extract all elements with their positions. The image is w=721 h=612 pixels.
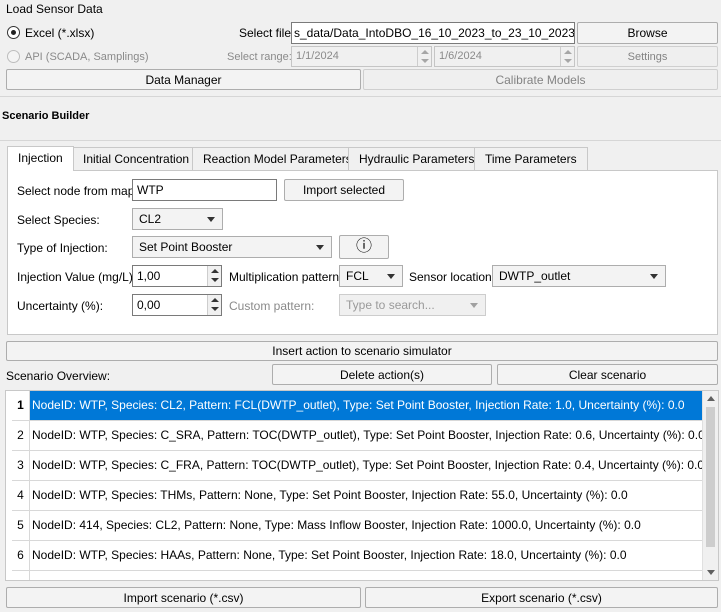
info-button[interactable]: ⓘ	[339, 235, 389, 259]
injection-value-label: Injection Value (mg/L):	[17, 270, 137, 284]
api-radio[interactable]	[7, 50, 20, 63]
scroll-down-icon[interactable]	[707, 570, 715, 575]
chevron-down-icon	[387, 274, 395, 279]
row-text: NodeID: 414, Species: CL2, Pattern: None…	[32, 518, 641, 532]
row-number	[12, 571, 30, 580]
select-file-label: Select file:	[239, 26, 295, 40]
row-text: NodeID: WTP, Species: C_FRA, Pattern: TO…	[32, 458, 705, 472]
multiplication-pattern-label: Multiplication pattern:	[229, 270, 343, 284]
tab-injection[interactable]: Injection	[7, 146, 74, 171]
api-radio-label[interactable]: API (SCADA, Samplings)	[25, 51, 148, 63]
select-species-label: Select Species:	[17, 213, 100, 227]
multiplication-pattern-value: FCL	[346, 269, 369, 283]
row-number: 2	[12, 421, 30, 450]
import-selected-button[interactable]: Import selected	[284, 179, 404, 201]
table-row[interactable]: 6 NodeID: WTP, Species: HAAs, Pattern: N…	[12, 541, 709, 571]
injection-value-field[interactable]: 1,00	[132, 265, 222, 287]
scenario-table[interactable]: 1 NodeID: WTP, Species: CL2, Pattern: FC…	[5, 390, 719, 581]
row-number: 5	[12, 511, 30, 540]
export-scenario-button[interactable]: Export scenario (*.csv)	[365, 587, 718, 608]
uncertainty-label: Uncertainty (%):	[17, 299, 104, 313]
select-range-label: Select range:	[227, 51, 292, 63]
custom-pattern-placeholder: Type to search...	[346, 298, 435, 312]
row-text: NodeID: WTP, Species: THMs, Pattern: Non…	[32, 488, 628, 502]
data-manager-button[interactable]: Data Manager	[6, 69, 361, 90]
load-sensor-title: Load Sensor Data	[6, 2, 103, 16]
chevron-down-icon	[207, 217, 215, 222]
scrollbar-thumb[interactable]	[706, 407, 715, 547]
row-number: 1	[12, 391, 30, 420]
excel-radio-label[interactable]: Excel (*.xlsx)	[25, 26, 94, 40]
injection-value-spinner[interactable]	[207, 266, 221, 286]
select-node-label: Select node from map:	[17, 184, 138, 198]
row-text: NodeID: WTP, Species: CL2, Pattern: FCL(…	[32, 398, 685, 412]
row-text: NodeID: WTP, Species: HAAs, Pattern: Non…	[32, 548, 627, 562]
uncertainty-spinner[interactable]	[207, 295, 221, 315]
insert-action-button[interactable]: Insert action to scenario simulator	[6, 341, 718, 361]
species-dropdown[interactable]: CL2	[132, 208, 223, 230]
injection-value: 1,00	[137, 269, 161, 283]
table-row[interactable]: 4 NodeID: WTP, Species: THMs, Pattern: N…	[12, 481, 709, 511]
range-end-value: 1/6/2024	[439, 50, 482, 62]
scroll-up-icon[interactable]	[707, 396, 715, 401]
scenario-builder-title: Scenario Builder	[2, 110, 90, 122]
chevron-down-icon	[650, 274, 658, 279]
settings-button[interactable]: Settings	[577, 46, 718, 67]
chevron-down-icon	[316, 245, 324, 250]
species-value: CL2	[139, 212, 162, 226]
chevron-down-icon	[470, 303, 478, 308]
divider	[0, 96, 721, 97]
range-start-value: 1/1/2024	[296, 50, 339, 62]
range-start-spinner[interactable]	[417, 47, 431, 66]
row-number: 4	[12, 481, 30, 510]
table-row[interactable]: 5 NodeID: 414, Species: CL2, Pattern: No…	[12, 511, 709, 541]
sensor-location-dropdown[interactable]: DWTP_outlet	[492, 265, 666, 287]
tab-hydraulic-parameters[interactable]: Hydraulic Parameters	[348, 147, 486, 170]
uncertainty-field[interactable]: 0,00	[132, 294, 222, 316]
injection-type-dropdown[interactable]: Set Point Booster	[132, 236, 332, 258]
import-scenario-button[interactable]: Import scenario (*.csv)	[6, 587, 361, 608]
range-end-field[interactable]: 1/6/2024	[434, 46, 575, 67]
uncertainty-value: 0,00	[137, 298, 161, 312]
table-row[interactable]: 1 NodeID: WTP, Species: CL2, Pattern: FC…	[12, 391, 709, 421]
table-row[interactable]	[12, 571, 709, 580]
range-start-field[interactable]: 1/1/2024	[291, 46, 432, 67]
injection-type-label: Type of Injection:	[17, 241, 108, 255]
row-number: 6	[12, 541, 30, 570]
delete-action-button[interactable]: Delete action(s)	[272, 364, 492, 385]
vertical-scrollbar[interactable]	[702, 391, 718, 580]
sensor-location-label: Sensor location:	[409, 270, 496, 284]
tab-initial-concentration[interactable]: Initial Concentration	[72, 147, 201, 170]
file-path-field[interactable]: s_data/Data_IntoDBO_16_10_2023_to_23_10_…	[291, 22, 575, 44]
node-field[interactable]: WTP	[132, 179, 277, 201]
injection-type-value: Set Point Booster	[139, 240, 233, 254]
tab-time-parameters[interactable]: Time Parameters	[474, 147, 588, 170]
clear-scenario-button[interactable]: Clear scenario	[497, 364, 718, 385]
tab-reaction-model-parameters[interactable]: Reaction Model Parameters	[192, 147, 363, 170]
range-end-spinner[interactable]	[560, 47, 574, 66]
row-text: NodeID: WTP, Species: C_SRA, Pattern: TO…	[32, 428, 705, 442]
row-number: 3	[12, 451, 30, 480]
table-row[interactable]: 2 NodeID: WTP, Species: C_SRA, Pattern: …	[12, 421, 709, 451]
calibrate-models-button[interactable]: Calibrate Models	[363, 69, 718, 90]
scenario-overview-title: Scenario Overview:	[6, 369, 111, 383]
divider	[0, 140, 721, 141]
multiplication-pattern-dropdown[interactable]: FCL	[339, 265, 403, 287]
table-row[interactable]: 3 NodeID: WTP, Species: C_FRA, Pattern: …	[12, 451, 709, 481]
info-icon: ⓘ	[355, 238, 372, 255]
custom-pattern-combo[interactable]: Type to search...	[339, 294, 486, 316]
sensor-location-value: DWTP_outlet	[499, 269, 571, 283]
custom-pattern-label: Custom pattern:	[229, 299, 315, 313]
browse-button[interactable]: Browse	[577, 22, 718, 44]
excel-radio[interactable]	[7, 26, 20, 39]
